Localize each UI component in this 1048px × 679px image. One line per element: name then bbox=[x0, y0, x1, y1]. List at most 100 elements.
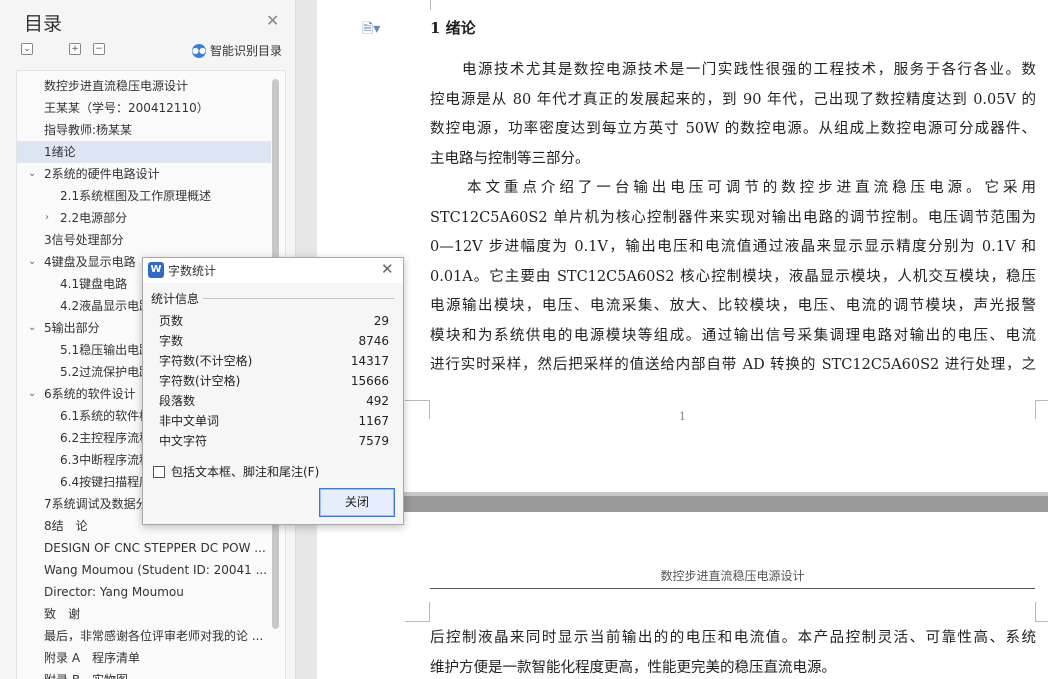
stat-row: 字符数(计空格) 15666 bbox=[159, 371, 389, 391]
stat-label: 中文字符 bbox=[159, 434, 208, 448]
document-canvas[interactable]: 🗎▾ 1 绪论 电源技术尤其是数控电源技术是一门实践性很强的工程技术，服务于各行… bbox=[297, 0, 1048, 679]
toc-item-label: 8结 论 bbox=[44, 519, 88, 533]
toc-item-label: 4.2液晶显示电路 bbox=[60, 299, 152, 313]
toc-item[interactable]: Director: Yang Moumou bbox=[17, 581, 271, 603]
running-header: 数控步进直流稳压电源设计 bbox=[430, 567, 1035, 589]
crop-mark bbox=[430, 0, 431, 10]
text-line: 0—12V 步进幅度为 0.1V，输出电压和电流值通过液晶来显示显示精度分别为 … bbox=[430, 239, 1036, 255]
text-line: 数控电源，功率密度达到每立方英寸 50W 的数控电源。从组成上数控电源可分成器件… bbox=[430, 121, 1036, 137]
stat-row: 非中文单词 1167 bbox=[159, 411, 389, 431]
toc-item[interactable]: ⌄ 2系统的硬件电路设计 bbox=[17, 163, 271, 185]
stat-label: 非中文单词 bbox=[159, 414, 220, 428]
toc-item-label: 致 谢 bbox=[44, 607, 81, 621]
toc-item[interactable]: DESIGN OF CNC STEPPER DC POW ... bbox=[17, 537, 271, 559]
toc-item-label: 2.1系统框图及工作原理概述 bbox=[60, 189, 212, 203]
toc-item-label: 2.2电源部分 bbox=[60, 211, 128, 225]
stats-section-label: 统计信息 bbox=[151, 290, 204, 307]
stat-label: 段落数 bbox=[159, 394, 196, 408]
toc-item[interactable]: Wang Moumou (Student ID: 20041 ... bbox=[17, 559, 271, 581]
page-separator-shadow bbox=[317, 492, 1048, 496]
stat-row: 中文字符 7579 bbox=[159, 431, 389, 451]
stat-label: 页数 bbox=[159, 314, 184, 328]
stat-row: 字数 8746 bbox=[159, 331, 389, 351]
toc-item-label: 5.1稳压输出电路 bbox=[60, 343, 152, 357]
dialog-title: 字数统计 bbox=[168, 264, 217, 278]
smart-toc-button[interactable]: ●● 智能识别目录 bbox=[192, 42, 282, 59]
stat-row: 页数 29 bbox=[159, 311, 389, 331]
stat-value: 29 bbox=[373, 314, 389, 328]
stat-value: 8746 bbox=[358, 334, 389, 348]
toc-item-label: 6.4按键扫描程序 bbox=[60, 475, 152, 489]
close-button[interactable]: 关闭 bbox=[319, 488, 395, 517]
toc-item-label: 3信号处理部分 bbox=[44, 233, 124, 247]
word-count-dialog[interactable]: W 字数统计 ✕ 统计信息 页数 29 字数 8746 字符数(不计空格) 14317 字符… bbox=[142, 257, 404, 525]
ai-assist-icon: ●● bbox=[192, 43, 206, 58]
toc-item-label: 4.1键盘电路 bbox=[60, 277, 128, 291]
toc-item[interactable]: 最后，非常感谢各位评审老师对我的论 ... bbox=[17, 625, 271, 647]
text-line: 后控制液晶来同时显示当前输出的的电压和电流值。本产品控制灵活、可靠性高、系统 bbox=[430, 630, 1036, 646]
page-number: 1 bbox=[679, 410, 686, 423]
dialog-titlebar[interactable]: W 字数统计 ✕ bbox=[143, 258, 403, 283]
toc-item-label: 6系统的软件设计 bbox=[44, 387, 136, 401]
page2-body-text: 后控制液晶来同时显示当前输出的的电压和电流值。本产品控制灵活、可靠性高、系统 维护… bbox=[430, 624, 1036, 679]
stat-value: 15666 bbox=[350, 374, 389, 388]
section-divider bbox=[203, 298, 395, 299]
stat-value: 492 bbox=[366, 394, 389, 408]
toc-item-label: 指导教师:杨某某 bbox=[44, 123, 133, 137]
text-line: 0.01A。它主要由 STC12C5A60S2 核心控制模块，液晶显示模块，人机… bbox=[430, 268, 1036, 285]
toc-item[interactable]: 附录 B 实物图 bbox=[17, 669, 271, 679]
checkbox-box[interactable] bbox=[153, 465, 165, 478]
section-heading: 1 绪论 bbox=[430, 19, 476, 37]
toc-item[interactable]: 王某某（学号：200412110） bbox=[17, 97, 271, 119]
document-page-1[interactable]: 🗎▾ 1 绪论 电源技术尤其是数控电源技术是一门实践性很强的工程技术，服务于各行… bbox=[317, 0, 1048, 492]
toc-item-label: 1绪论 bbox=[44, 145, 76, 159]
text-line: 控电源是从 80 年代才真正的发展起来的，到 90 年代，己出现了数控精度达到 … bbox=[430, 91, 1036, 108]
chevron-right-icon[interactable]: › bbox=[45, 207, 49, 229]
text-line: 本文重点介绍了一台输出电压可调节的数控步进直流稳压电源。它采用 bbox=[430, 180, 1036, 196]
text-line: 进行实时采样，然后把采样的值送给内部自带 AD 转换的 STC12C5A60S2… bbox=[430, 357, 1036, 373]
chevron-down-icon[interactable]: ⌄ bbox=[28, 251, 36, 273]
toc-item-label: Director: Yang Moumou bbox=[44, 585, 184, 599]
close-icon[interactable]: ✕ bbox=[266, 13, 279, 29]
demote-level-icon[interactable]: − bbox=[93, 43, 105, 55]
stat-label: 字符数(计空格) bbox=[159, 374, 241, 388]
toc-item[interactable]: 指导教师:杨某某 bbox=[17, 119, 271, 141]
toc-item[interactable]: 2.1系统框图及工作原理概述 bbox=[17, 185, 271, 207]
include-textboxes-checkbox[interactable]: 包括文本框、脚注和尾注(F) bbox=[153, 463, 319, 480]
chevron-down-icon[interactable]: ⌄ bbox=[28, 163, 36, 185]
stats-table: 页数 29 字数 8746 字符数(不计空格) 14317 字符数(计空格) 15666 段落数… bbox=[159, 311, 389, 451]
toc-item[interactable]: 数控步进直流稳压电源设计 bbox=[17, 75, 271, 97]
document-icon[interactable]: 🗎▾ bbox=[362, 18, 380, 42]
text-line: 电源输出模块，电压、电流采集、放大、比较模块，电压、电流的调节模块，声光报警 bbox=[430, 298, 1036, 314]
toc-item-label: 附录 A 程序清单 bbox=[44, 651, 141, 665]
text-line: 主电路与控制等三部分。 bbox=[430, 150, 590, 167]
chevron-down-icon[interactable]: ⌄ bbox=[28, 317, 36, 339]
page1-body-text: 电源技术尤其是数控电源技术是一门实践性很强的工程技术，服务于各行各业。数 控电源是… bbox=[430, 56, 1036, 381]
toc-item[interactable]: › 2.2电源部分 bbox=[17, 207, 271, 229]
stat-value: 7579 bbox=[358, 434, 389, 448]
crop-mark bbox=[405, 602, 430, 622]
stat-value: 14317 bbox=[350, 354, 389, 368]
stat-value: 1167 bbox=[358, 414, 389, 428]
text-line: 模块和为系统供电的电源模块等组成。通过输出信号采集调理电路对输出的电压、电流 bbox=[430, 327, 1036, 344]
stat-label: 字符数(不计空格) bbox=[159, 354, 253, 368]
toc-title: 目录 bbox=[24, 13, 63, 35]
toc-item[interactable]: 致 谢 bbox=[17, 603, 271, 625]
toc-item[interactable]: 附录 A 程序清单 bbox=[17, 647, 271, 669]
document-page-2[interactable]: 数控步进直流稳压电源设计 后控制液晶来同时显示当前输出的的电压和电流值。本产品控… bbox=[317, 512, 1048, 679]
checkbox-label: 包括文本框、脚注和尾注(F) bbox=[171, 465, 320, 479]
toc-item[interactable]: 1绪论 bbox=[17, 141, 271, 163]
toc-item-label: 附录 B 实物图 bbox=[44, 673, 128, 679]
toc-item-label: 5.2过流保护电路 bbox=[60, 365, 152, 379]
expand-all-icon[interactable]: ⌄ bbox=[21, 43, 33, 55]
toc-item[interactable]: 3信号处理部分 bbox=[17, 229, 271, 251]
wps-writer-icon: W bbox=[148, 262, 164, 278]
close-icon[interactable]: ✕ bbox=[381, 261, 394, 278]
crop-mark bbox=[1035, 602, 1048, 622]
promote-level-icon[interactable]: + bbox=[69, 43, 81, 55]
stat-label: 字数 bbox=[159, 334, 184, 348]
chevron-down-icon[interactable]: ⌄ bbox=[28, 383, 36, 405]
stat-row: 字符数(不计空格) 14317 bbox=[159, 351, 389, 371]
stat-row: 段落数 492 bbox=[159, 391, 389, 411]
toc-item-label: 最后，非常感谢各位评审老师对我的论 ... bbox=[44, 629, 264, 643]
